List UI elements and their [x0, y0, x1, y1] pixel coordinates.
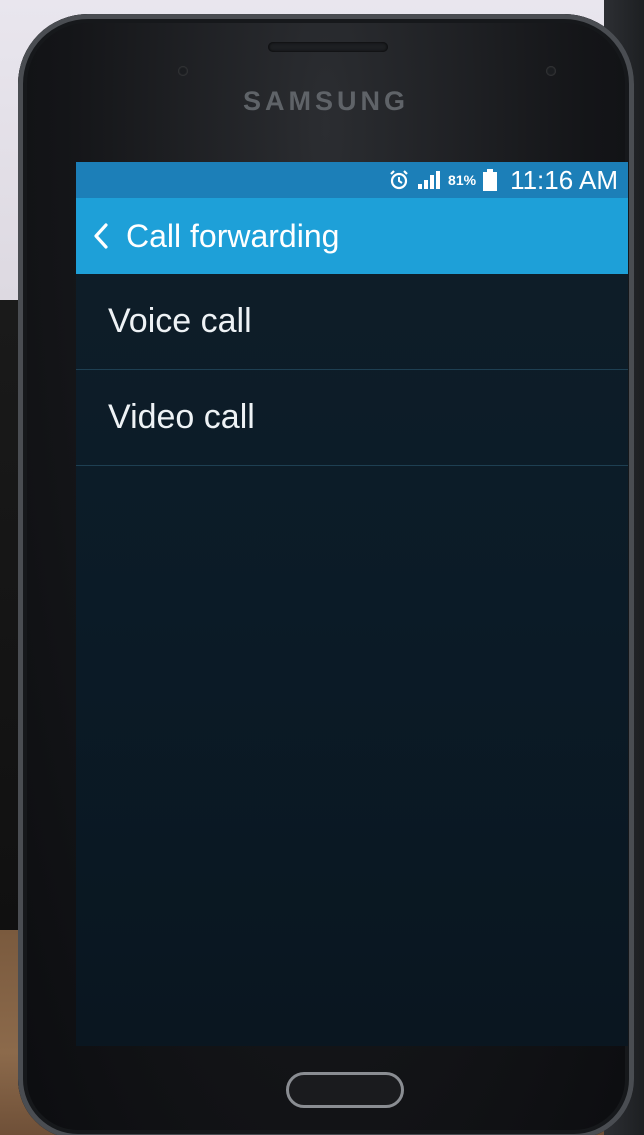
list-item-label: Voice call — [108, 302, 252, 340]
status-clock: 11:16 AM — [510, 164, 618, 195]
screen: 81% 11:16 AM Call forwarding Voice call … — [76, 162, 628, 1046]
page-title: Call forwarding — [126, 217, 340, 254]
battery-icon — [482, 168, 498, 192]
status-bar: 81% 11:16 AM — [76, 162, 628, 198]
home-button[interactable] — [286, 1072, 404, 1108]
list-item-label: Video call — [108, 398, 255, 436]
chevron-left-icon — [92, 221, 110, 251]
call-forwarding-list: Voice call Video call — [76, 274, 628, 466]
alarm-icon — [388, 169, 410, 191]
list-item-video-call[interactable]: Video call — [76, 370, 628, 466]
list-item-voice-call[interactable]: Voice call — [76, 274, 628, 370]
battery-percent: 81% — [448, 172, 477, 188]
front-camera — [546, 66, 556, 76]
earpiece-speaker — [268, 42, 388, 52]
sensor-dot — [178, 66, 188, 76]
status-icons: 81% 11:16 AM — [388, 162, 618, 198]
brand-logo: SAMSUNG — [242, 86, 409, 116]
action-bar: Call forwarding — [76, 198, 628, 274]
phone-body: SAMSUNG 81% 11:16 AM Call forwarding Voi… — [18, 14, 634, 1135]
back-button[interactable]: Call forwarding — [76, 198, 339, 274]
signal-icon — [416, 169, 442, 191]
